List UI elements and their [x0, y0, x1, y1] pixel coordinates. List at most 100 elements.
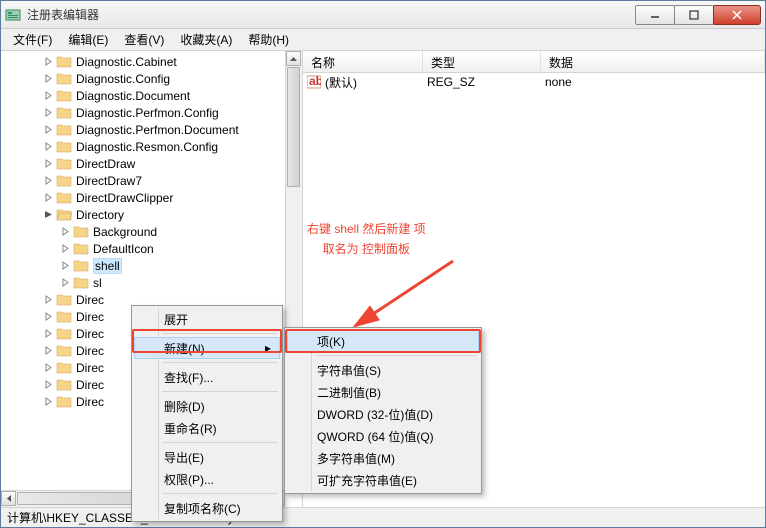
collapse-icon[interactable]	[43, 209, 54, 220]
scroll-left-button[interactable]	[1, 491, 16, 506]
menu-separator	[162, 333, 278, 334]
tree-item-directory[interactable]: Directory	[43, 206, 302, 223]
tree-label: DefaultIcon	[93, 242, 154, 256]
menu-separator	[162, 442, 278, 443]
context-label: 字符串值(S)	[317, 362, 381, 379]
scroll-thumb[interactable]	[287, 67, 300, 187]
tree-label: Direc	[76, 378, 104, 392]
context-label: 删除(D)	[164, 398, 205, 415]
context-label: QWORD (64 位)值(Q)	[317, 428, 434, 445]
expand-icon[interactable]	[43, 311, 54, 322]
tree-item[interactable]: shell	[60, 257, 302, 274]
col-name[interactable]: 名称	[303, 51, 423, 72]
context-label: 重命名(R)	[164, 420, 217, 437]
menu-help[interactable]: 帮助(H)	[240, 29, 297, 50]
app-icon	[5, 7, 21, 23]
menu-view[interactable]: 查看(V)	[116, 29, 172, 50]
tree-item[interactable]: Diagnostic.Config	[43, 70, 302, 87]
expand-icon[interactable]	[43, 56, 54, 67]
context-item[interactable]: 重命名(R)	[134, 417, 280, 439]
titlebar: 注册表编辑器	[1, 1, 765, 29]
window-controls	[636, 5, 761, 25]
col-type[interactable]: 类型	[423, 51, 541, 72]
context-item[interactable]: QWORD (64 位)值(Q)	[287, 425, 479, 447]
context-item[interactable]: DWORD (32-位)值(D)	[287, 403, 479, 425]
expand-icon[interactable]	[43, 396, 54, 407]
tree-label: Background	[93, 225, 157, 239]
tree-item[interactable]: DefaultIcon	[60, 240, 302, 257]
maximize-button[interactable]	[674, 5, 714, 25]
tree-label: shell	[93, 258, 122, 274]
expand-icon[interactable]	[43, 107, 54, 118]
context-menu-main: 展开新建(N)▸ 查找(F)... 删除(D) 重命名(R) 导出(E) 权限(P)...…	[131, 305, 283, 522]
tree-item[interactable]: DirectDraw7	[43, 172, 302, 189]
menu-edit[interactable]: 编辑(E)	[60, 29, 116, 50]
expand-icon[interactable]	[60, 243, 71, 254]
expand-icon[interactable]	[43, 379, 54, 390]
tree-item[interactable]: Diagnostic.Resmon.Config	[43, 138, 302, 155]
context-label: 查找(F)...	[164, 369, 213, 386]
tree-label: Diagnostic.Config	[76, 72, 170, 86]
row-data: none	[545, 75, 572, 89]
list-row[interactable]: ab (默认) REG_SZ none	[303, 73, 765, 91]
expand-icon[interactable]	[43, 124, 54, 135]
context-item[interactable]: 展开	[134, 308, 280, 330]
context-label: 导出(E)	[164, 449, 204, 466]
menubar: 文件(F) 编辑(E) 查看(V) 收藏夹(A) 帮助(H)	[1, 29, 765, 51]
expand-icon[interactable]	[43, 73, 54, 84]
tree-label: Diagnostic.Cabinet	[76, 55, 177, 69]
expand-icon[interactable]	[60, 226, 71, 237]
tree-item[interactable]: DirectDrawClipper	[43, 189, 302, 206]
tree-label: Diagnostic.Resmon.Config	[76, 140, 218, 154]
tree-item[interactable]: Diagnostic.Perfmon.Config	[43, 104, 302, 121]
expand-icon[interactable]	[43, 90, 54, 101]
expand-icon[interactable]	[43, 158, 54, 169]
context-item[interactable]: 复制项名称(C)	[134, 497, 280, 519]
col-data[interactable]: 数据	[541, 51, 765, 72]
context-item[interactable]: 删除(D)	[134, 395, 280, 417]
context-label: DWORD (32-位)值(D)	[317, 406, 433, 423]
tree-label: sl	[93, 276, 102, 290]
minimize-button[interactable]	[635, 5, 675, 25]
tree-label: DirectDraw7	[76, 174, 142, 188]
tree-label: Direc	[76, 293, 104, 307]
tree-item[interactable]: sl	[60, 274, 302, 291]
svg-text:ab: ab	[309, 75, 321, 88]
context-item[interactable]: 字符串值(S)	[287, 359, 479, 381]
expand-icon[interactable]	[43, 192, 54, 203]
list-header: 名称 类型 数据	[303, 51, 765, 73]
close-button[interactable]	[713, 5, 761, 25]
tree-item[interactable]: Background	[60, 223, 302, 240]
context-item[interactable]: 二进制值(B)	[287, 381, 479, 403]
tree-item[interactable]: Diagnostic.Perfmon.Document	[43, 121, 302, 138]
tree-item[interactable]: Diagnostic.Cabinet	[43, 53, 302, 70]
tree-item[interactable]: DirectDraw	[43, 155, 302, 172]
menu-separator	[162, 391, 278, 392]
context-item[interactable]: 导出(E)	[134, 446, 280, 468]
window-title: 注册表编辑器	[27, 6, 636, 23]
context-item[interactable]: 多字符串值(M)	[287, 447, 479, 469]
expand-icon[interactable]	[60, 277, 71, 288]
expand-icon[interactable]	[43, 294, 54, 305]
submenu-arrow-icon: ▸	[265, 341, 271, 355]
context-item[interactable]: 项(K)	[287, 330, 479, 352]
context-item[interactable]: 新建(N)▸	[134, 337, 280, 359]
context-item[interactable]: 可扩充字符串值(E)	[287, 469, 479, 491]
tree-label: DirectDrawClipper	[76, 191, 173, 205]
expand-icon[interactable]	[43, 141, 54, 152]
expand-icon[interactable]	[60, 260, 71, 271]
tree-item[interactable]: Diagnostic.Document	[43, 87, 302, 104]
context-item[interactable]: 查找(F)...	[134, 366, 280, 388]
menu-file[interactable]: 文件(F)	[5, 29, 60, 50]
expand-icon[interactable]	[43, 362, 54, 373]
menu-favorites[interactable]: 收藏夹(A)	[172, 29, 240, 50]
context-label: 二进制值(B)	[317, 384, 381, 401]
row-name: (默认)	[325, 74, 357, 91]
scroll-up-button[interactable]	[286, 51, 301, 66]
expand-icon[interactable]	[43, 328, 54, 339]
menu-separator	[162, 362, 278, 363]
expand-icon[interactable]	[43, 345, 54, 356]
statusbar: 计算机\HKEY_CLASSES_ROOT\Directory\shell	[1, 507, 765, 527]
context-item[interactable]: 权限(P)...	[134, 468, 280, 490]
expand-icon[interactable]	[43, 175, 54, 186]
